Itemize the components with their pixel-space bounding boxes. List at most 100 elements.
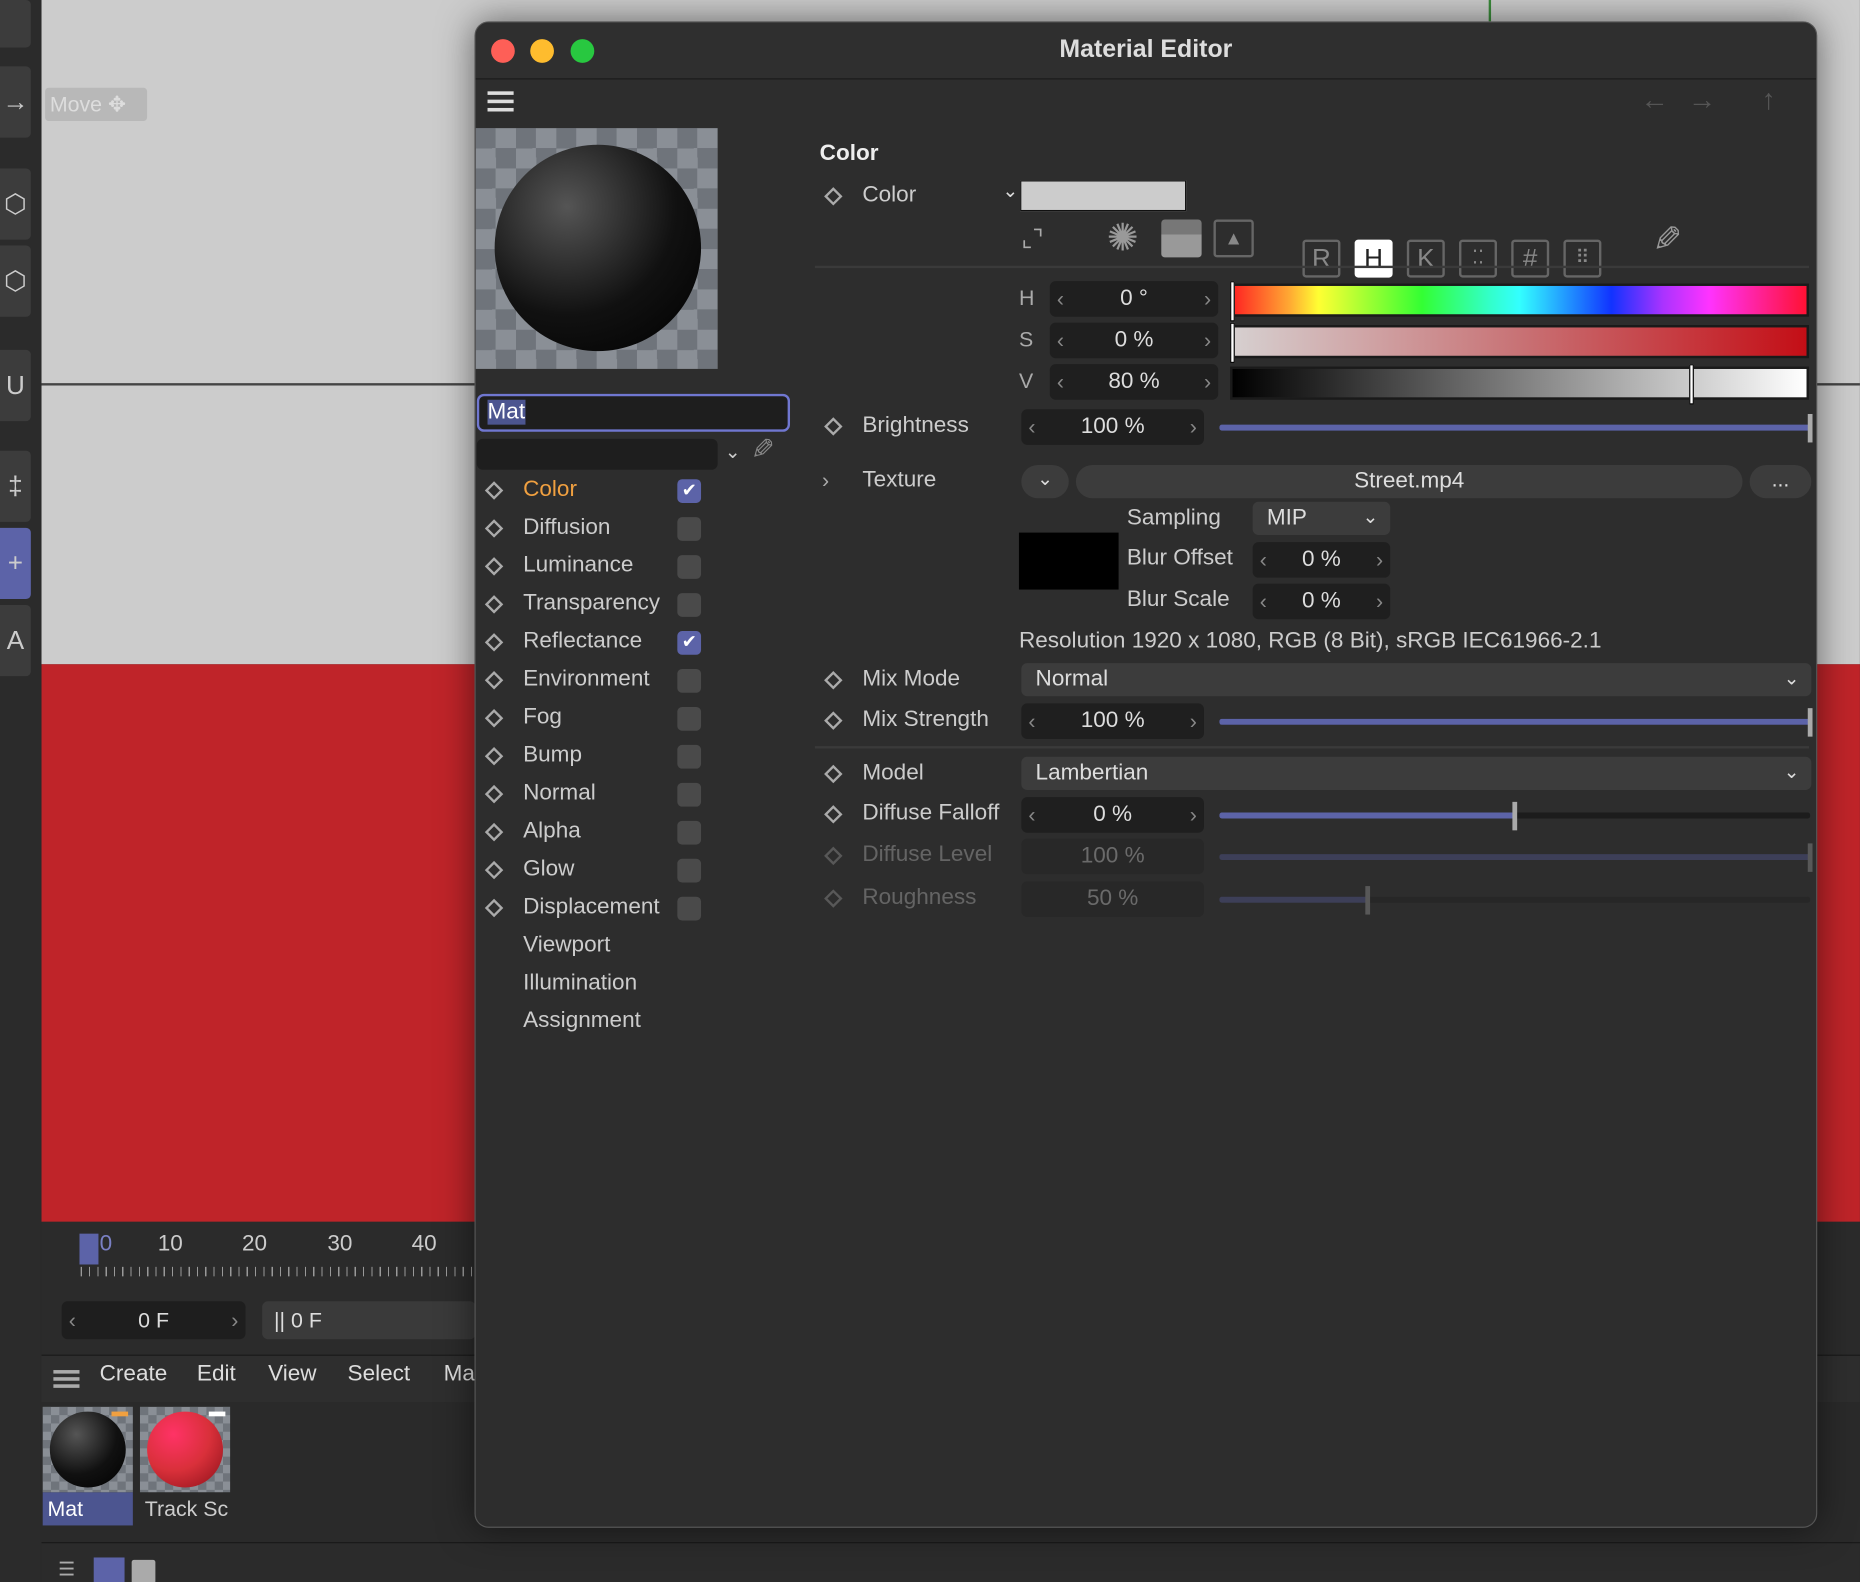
tool-button[interactable] (0, 0, 31, 48)
keyframe-diamond-icon[interactable] (824, 764, 843, 784)
mix_strength-slider[interactable] (1219, 708, 1813, 737)
move-tool-icon[interactable]: → (0, 66, 31, 138)
blur-offset-field[interactable]: ‹ 0 % › (1252, 542, 1391, 578)
channel-checkbox[interactable] (677, 782, 702, 807)
list-view-icon[interactable]: ☰ (58, 1557, 86, 1582)
hue-bar[interactable] (1230, 281, 1809, 322)
menu-select[interactable]: Select (348, 1362, 411, 1388)
lock-icon[interactable]: + (0, 527, 31, 600)
keyframe-diamond-icon[interactable] (824, 187, 843, 206)
magnet-icon[interactable]: U (0, 349, 31, 422)
material-thumb-track[interactable]: Track Sc (139, 1406, 231, 1526)
channel-checkbox[interactable] (677, 593, 702, 617)
channel-checkbox[interactable] (677, 706, 702, 731)
texture-thumbnail[interactable] (1018, 532, 1119, 590)
eyedropper-icon[interactable]: ✎ (1652, 219, 1682, 261)
brightness-field[interactable]: ‹ 100 % › (1021, 409, 1204, 445)
up-arrow-icon[interactable]: ↑ (1762, 84, 1776, 117)
diffuse_level-field[interactable]: 100 % (1021, 838, 1204, 875)
keyframe-diamond-icon[interactable] (484, 595, 504, 614)
diffuse_falloff-field[interactable]: ‹ 0 % › (1021, 797, 1204, 833)
keyframe-diamond-icon[interactable] (824, 889, 843, 908)
chevron-down-icon[interactable]: ⌄ (725, 440, 741, 464)
material-preview[interactable] (475, 128, 718, 369)
current-frame-field[interactable]: ‹ 0 F › (61, 1301, 246, 1340)
keyframe-diamond-icon[interactable] (824, 846, 843, 866)
color-wheel-icon[interactable]: ✺ (1107, 217, 1139, 257)
menu-create[interactable]: Create (100, 1362, 168, 1388)
tool-icon[interactable]: ⬡ (0, 245, 31, 317)
hex-mode-button[interactable]: # (1511, 239, 1550, 278)
channel-checkbox[interactable]: ✔ (677, 631, 702, 655)
keyframe-diamond-icon[interactable] (484, 671, 504, 690)
texture-more-button[interactable]: ... (1749, 464, 1812, 499)
hue-knob[interactable] (1230, 281, 1235, 322)
keyframe-diamond-icon[interactable] (484, 481, 504, 500)
keyframe-diamond-icon[interactable] (484, 633, 504, 652)
color-swatch[interactable] (1020, 180, 1187, 212)
playhead[interactable] (79, 1233, 99, 1265)
keyframe-diamond-icon[interactable] (484, 709, 504, 728)
axis-icon[interactable]: ‡ (0, 450, 31, 522)
channel-checkbox[interactable] (677, 820, 702, 845)
channel-item[interactable]: Displacement (523, 894, 660, 920)
picture-icon[interactable]: ▲ (1213, 219, 1254, 258)
forward-arrow-icon[interactable]: → (1688, 84, 1716, 117)
keyframe-diamond-icon[interactable] (484, 557, 504, 576)
keyframe-diamond-icon[interactable] (484, 898, 504, 918)
expand-icon[interactable]: ⌞⌝ (1021, 224, 1043, 254)
tool-icon[interactable]: ⬡ (0, 168, 31, 240)
channel-item[interactable]: Luminance (523, 553, 633, 579)
channel-item[interactable]: Alpha (523, 818, 581, 844)
material-thumb-mat[interactable]: Mat (42, 1406, 133, 1526)
eyedropper-icon[interactable]: ✎ (751, 433, 775, 467)
kelvin-mode-button[interactable]: K (1406, 239, 1445, 278)
spectrum-icon[interactable] (1161, 219, 1202, 258)
menu-edit[interactable]: Edit (197, 1362, 236, 1388)
roughness-slider[interactable] (1219, 886, 1811, 915)
hamburger-icon[interactable] (487, 91, 514, 95)
mix_strength-field[interactable]: ‹ 100 % › (1021, 703, 1204, 740)
channel-checkbox[interactable] (677, 555, 702, 579)
h-field[interactable]: ‹ 0 ° › (1049, 281, 1219, 317)
channel-checkbox[interactable] (677, 517, 702, 541)
text-tool-icon[interactable]: A (0, 604, 31, 677)
keyframe-diamond-icon[interactable] (484, 746, 504, 766)
brightness-slider[interactable] (1219, 413, 1813, 443)
grid-view-icon[interactable] (93, 1557, 125, 1582)
keyframe-diamond-icon[interactable] (484, 822, 504, 842)
roughness-field[interactable]: 50 % (1021, 881, 1204, 917)
channel-item[interactable]: Viewport (523, 932, 610, 958)
chevron-down-icon[interactable]: ⌄ (1002, 179, 1018, 203)
material-name-input[interactable]: Mat (476, 393, 791, 432)
menu-material[interactable]: Ma (444, 1362, 475, 1388)
channel-item[interactable]: Color (523, 477, 577, 503)
large-view-icon[interactable] (131, 1559, 156, 1582)
channel-checkbox[interactable] (677, 744, 702, 769)
blur-scale-field[interactable]: ‹ 0 % › (1252, 583, 1391, 620)
channel-item[interactable]: Fog (523, 705, 562, 731)
channel-item[interactable]: Bump (523, 743, 582, 769)
keyframe-diamond-icon[interactable] (484, 519, 504, 538)
diffuse_falloff-slider[interactable] (1219, 801, 1811, 831)
model-dropdown[interactable]: Lambertian ⌄ (1021, 756, 1812, 791)
swatches-mode-icon[interactable]: ⠿ (1563, 239, 1602, 278)
rgb-mode-button[interactable]: R (1302, 239, 1341, 278)
preset-field[interactable] (476, 438, 718, 470)
channel-item[interactable]: Diffusion (523, 515, 610, 541)
channel-item[interactable]: Illumination (523, 970, 637, 996)
slider-knob[interactable] (1512, 801, 1518, 831)
channel-checkbox[interactable] (677, 858, 702, 883)
hamburger-icon[interactable] (53, 1370, 80, 1374)
texture-file-button[interactable]: Street.mp4 (1075, 464, 1743, 499)
sampling-dropdown[interactable]: MIP ⌄ (1252, 501, 1391, 535)
channel-checkbox[interactable]: ✔ (677, 479, 702, 503)
channel-item[interactable]: Environment (523, 667, 650, 693)
slider-knob[interactable] (1807, 708, 1813, 737)
slider-knob[interactable] (1364, 886, 1370, 915)
channel-checkbox[interactable] (677, 896, 702, 921)
keyframe-diamond-icon[interactable] (824, 671, 843, 690)
back-arrow-icon[interactable]: ← (1641, 84, 1669, 117)
end-frame-field[interactable]: || 0 F (262, 1301, 476, 1340)
saturation-knob[interactable] (1230, 322, 1235, 363)
